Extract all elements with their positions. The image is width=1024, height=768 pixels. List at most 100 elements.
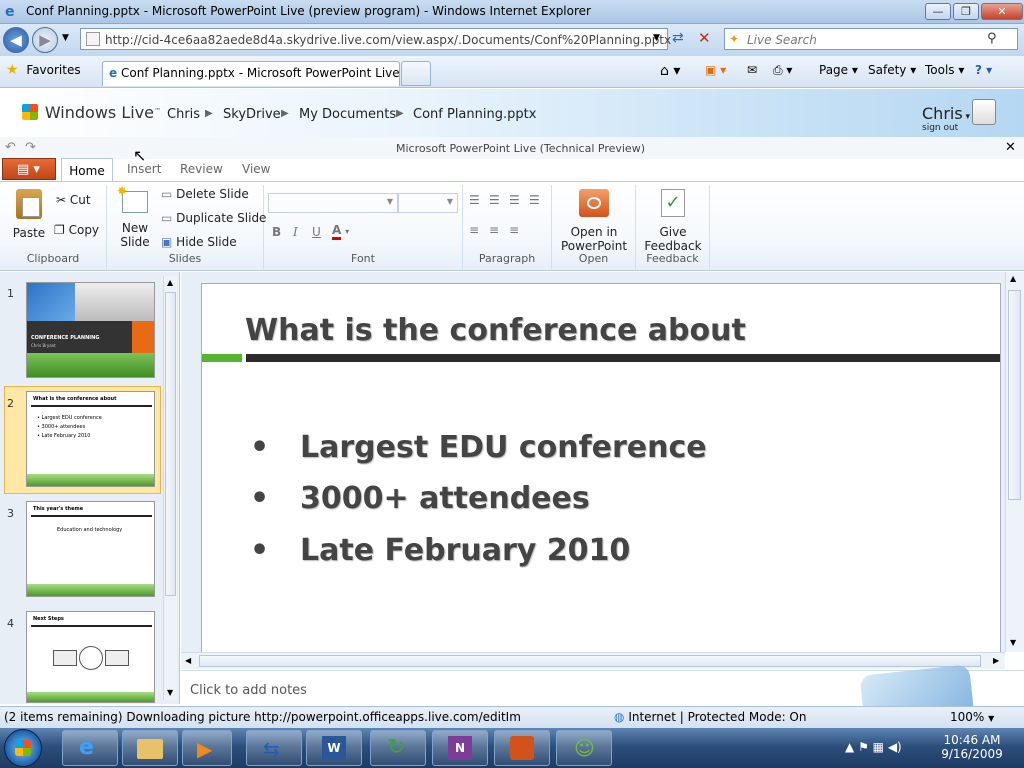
- word-icon: W: [322, 736, 346, 760]
- taskbar-remote-button[interactable]: ⇆: [246, 730, 302, 766]
- italic-button[interactable]: I: [293, 225, 298, 239]
- undo-icon[interactable]: ↶: [5, 140, 16, 155]
- slide-bullet-text[interactable]: 3000+ attendees: [300, 481, 590, 516]
- messenger-icon: ☺: [574, 736, 595, 760]
- numbering-icon[interactable]: ☰: [489, 193, 500, 207]
- user-menu[interactable]: Chris ▾: [922, 104, 970, 123]
- taskbar-sync-button[interactable]: ↻: [370, 730, 426, 766]
- scroll-thumb[interactable]: [199, 655, 981, 667]
- copy-button[interactable]: ❐ Copy: [54, 223, 99, 237]
- taskbar-explorer-button[interactable]: [122, 730, 178, 766]
- security-zone[interactable]: ◍ Internet | Protected Mode: On: [614, 710, 806, 724]
- taskbar-media-player-button[interactable]: ▶: [182, 730, 232, 766]
- align-left-icon[interactable]: ≡: [469, 223, 479, 237]
- paste-button[interactable]: Paste: [10, 189, 48, 240]
- slide-thumbnail-1[interactable]: CONFERENCE PLANNING Chris Bryant: [26, 282, 155, 378]
- zoom-level-label: 100%: [950, 710, 985, 724]
- back-button[interactable]: ◀: [3, 27, 29, 53]
- new-slide-button[interactable]: ✸ New Slide: [117, 184, 153, 249]
- search-icon[interactable]: ⚲: [987, 31, 997, 46]
- address-bar[interactable]: http://cid-4ce6aa82aede8d4a.skydrive.liv…: [80, 28, 671, 50]
- align-right-icon[interactable]: ≡: [509, 223, 519, 237]
- taskbar-word-button[interactable]: W: [306, 730, 362, 766]
- windows-live-logo[interactable]: Windows Live™: [22, 103, 161, 122]
- avatar[interactable]: [972, 99, 996, 125]
- close-app-icon[interactable]: ✕: [1005, 140, 1016, 155]
- network-icon[interactable]: ▦: [873, 740, 884, 754]
- search-placeholder: Live Search: [747, 33, 817, 47]
- feedback-checkmark-icon: ✓: [661, 189, 685, 217]
- zoom-level[interactable]: 100% ▼: [950, 710, 994, 724]
- open-in-powerpoint-button[interactable]: Open in PowerPoint: [556, 189, 632, 253]
- bold-button[interactable]: B: [272, 225, 281, 239]
- flag-icon[interactable]: ⚑: [858, 740, 869, 754]
- scroll-thumb[interactable]: [1008, 290, 1021, 500]
- safety-menu[interactable]: Safety ▾: [868, 63, 916, 77]
- tab-review[interactable]: Review: [180, 162, 223, 176]
- tab-view[interactable]: View: [242, 162, 270, 176]
- scroll-thumb[interactable]: [165, 292, 176, 596]
- breadcrumb-arrow-icon: ▶: [396, 108, 404, 119]
- slide-thumbnail-4[interactable]: Next Steps: [26, 611, 155, 703]
- window-titlebar: e Conf Planning.pptx - Microsoft PowerPo…: [0, 0, 1024, 24]
- home-icon[interactable]: ⌂ ▾: [660, 63, 680, 79]
- read-mail-icon[interactable]: ✉: [747, 63, 757, 77]
- new-tab-button[interactable]: [401, 61, 431, 86]
- sign-out-link[interactable]: sign out: [922, 123, 958, 133]
- minimize-button[interactable]: —: [925, 3, 951, 20]
- slide-title[interactable]: What is the conference about: [245, 313, 746, 348]
- taskbar-powerpoint-button[interactable]: [494, 730, 550, 766]
- duplicate-slide-icon: ▭: [161, 211, 173, 225]
- taskbar-ie-button[interactable]: e: [62, 730, 118, 766]
- slide-thumbnail-3[interactable]: This year's theme Education and technolo…: [26, 501, 155, 597]
- duplicate-slide-button[interactable]: ▭ Duplicate Slide: [161, 211, 266, 225]
- hide-slide-label: Hide Slide: [176, 235, 237, 249]
- taskbar-messenger-button[interactable]: ☺: [556, 730, 612, 766]
- taskbar-onenote-button[interactable]: N: [432, 730, 488, 766]
- notes-placeholder: Click to add notes: [190, 683, 307, 698]
- browser-tab-active[interactable]: e Conf Planning.pptx - Microsoft PowerPo…: [102, 61, 400, 86]
- slide-vertical-scrollbar[interactable]: ▲ ▼: [1005, 272, 1024, 652]
- underline-button[interactable]: U: [312, 225, 321, 239]
- bullets-icon[interactable]: ☰: [469, 193, 480, 207]
- feeds-icon[interactable]: ▣ ▾: [705, 63, 726, 77]
- stop-icon[interactable]: ✕: [698, 29, 711, 47]
- slide-bullet-text[interactable]: Largest EDU conference: [300, 430, 707, 465]
- align-center-icon[interactable]: ≡: [489, 223, 499, 237]
- live-search-input[interactable]: ✦ Live Search ⚲: [724, 28, 1018, 50]
- font-family-select[interactable]: ▼: [268, 193, 398, 213]
- breadcrumb-my-documents[interactable]: My Documents: [299, 107, 396, 122]
- breadcrumb-chris[interactable]: Chris: [167, 107, 200, 122]
- address-dropdown-icon[interactable]: ▼: [653, 33, 660, 43]
- font-size-select[interactable]: ▼: [398, 193, 458, 213]
- give-feedback-button[interactable]: ✓ Give Feedback: [638, 189, 708, 253]
- favorites-button[interactable]: ★ Favorites: [6, 62, 81, 78]
- maximize-button[interactable]: ❐: [953, 3, 979, 20]
- start-button[interactable]: [4, 729, 42, 767]
- forward-button[interactable]: ▶: [32, 27, 58, 53]
- slide-bullet-text[interactable]: Late February 2010: [300, 533, 630, 568]
- help-icon[interactable]: ? ▾: [975, 63, 992, 77]
- tools-menu[interactable]: Tools ▾: [925, 63, 964, 77]
- hide-slide-button[interactable]: ▣ Hide Slide: [161, 235, 237, 249]
- volume-icon[interactable]: ◀): [888, 740, 902, 754]
- taskbar-clock[interactable]: 10:46 AM 9/16/2009: [940, 733, 1004, 761]
- breadcrumb-skydrive[interactable]: SkyDrive: [223, 107, 281, 122]
- cut-button[interactable]: ✂ Cut: [56, 193, 91, 207]
- decrease-indent-icon[interactable]: ☰: [509, 193, 520, 207]
- close-window-button[interactable]: ✕: [981, 3, 1023, 20]
- page-menu[interactable]: Page ▾: [819, 63, 858, 77]
- slide-horizontal-scrollbar[interactable]: ◀ ▶: [181, 652, 1005, 669]
- increase-indent-icon[interactable]: ☰: [529, 193, 540, 207]
- office-file-menu-button[interactable]: ▤ ▾: [2, 158, 56, 180]
- thumbnails-scrollbar[interactable]: ▲ ▼: [163, 276, 177, 700]
- tab-home[interactable]: Home: [61, 158, 113, 182]
- redo-icon[interactable]: ↷: [25, 140, 36, 155]
- slide-thumbnail-2[interactable]: What is the conference about • Largest E…: [26, 391, 155, 487]
- delete-slide-button[interactable]: ▭ Delete Slide: [161, 187, 249, 201]
- refresh-icon[interactable]: ⇄: [672, 30, 684, 46]
- font-color-button[interactable]: A ▾: [332, 223, 349, 240]
- history-dropdown-icon[interactable]: ▼: [62, 33, 69, 43]
- print-icon[interactable]: ⎙ ▾: [773, 63, 792, 78]
- show-hidden-icons-icon[interactable]: ▲: [845, 740, 854, 754]
